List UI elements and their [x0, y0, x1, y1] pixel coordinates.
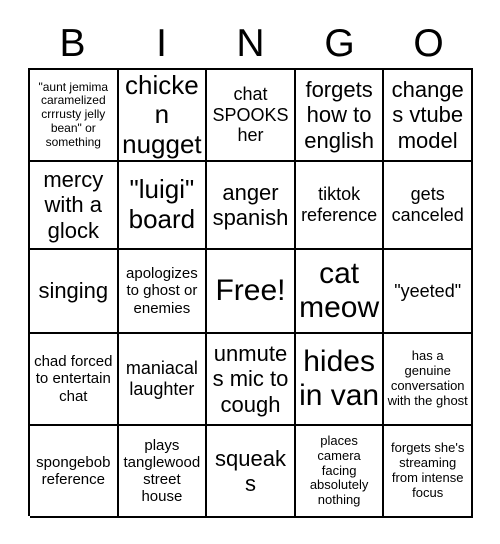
bingo-cell-label: "luigi" board	[128, 174, 196, 234]
bingo-cell-label: spongebob reference	[36, 453, 111, 488]
bingo-cell-label: apologizes to ghost or enemies	[126, 265, 198, 317]
bingo-cell-label: places camera facing absolutely nothing	[309, 432, 369, 508]
bingo-free-space[interactable]: Free!	[207, 250, 296, 334]
bingo-cell[interactable]: places camera facing absolutely nothing	[295, 426, 385, 518]
bingo-cell-label: has a genuine conversation with the ghos…	[387, 348, 468, 408]
bingo-cell-label: changes vtube model	[391, 77, 464, 153]
bingo-header: BINGO	[28, 19, 473, 68]
bingo-cell[interactable]: spongebob reference	[30, 426, 119, 518]
bingo-cell-label: "aunt jemima caramelized crrrusty jelly …	[38, 79, 109, 149]
bingo-cell-label: mercy with a glock	[43, 167, 104, 243]
bingo-header-letter-o: O	[413, 22, 444, 65]
bingo-cell-label: tiktok reference	[301, 184, 378, 225]
bingo-cell[interactable]: apologizes to ghost or enemies	[118, 250, 208, 334]
bingo-cell[interactable]: unmutes mic to cough	[207, 334, 296, 426]
bingo-cell[interactable]: plays tanglewood street house	[118, 426, 208, 518]
bingo-cell-label: anger spanish	[212, 179, 289, 230]
bingo-cell-label: chad forced to entertain chat	[34, 353, 113, 405]
bingo-cell[interactable]: chicken nugget	[118, 70, 208, 162]
bingo-cell-label: forgets she's streaming from intense foc…	[391, 440, 465, 500]
bingo-cell-label: squeaks	[215, 445, 286, 496]
bingo-cell-label: unmutes mic to cough	[212, 341, 289, 417]
bingo-cell[interactable]: squeaks	[207, 426, 296, 518]
bingo-cell[interactable]: forgets how to english	[295, 70, 385, 162]
bingo-cell[interactable]: gets canceled	[384, 162, 473, 250]
bingo-cell-label: gets canceled	[391, 184, 464, 225]
bingo-cell[interactable]: hides in van	[295, 334, 385, 426]
bingo-cell-label: maniacal laughter	[125, 358, 198, 399]
bingo-cell[interactable]: anger spanish	[207, 162, 296, 250]
bingo-cell-label: forgets how to english	[304, 77, 374, 153]
bingo-cell-label: singing	[38, 278, 109, 304]
bingo-card: B I N G O "aunt jemima caramelized crrrusty …	[0, 0, 500, 544]
bingo-cell[interactable]: cat meow	[295, 250, 385, 334]
bingo-header-letter-n: N	[236, 22, 265, 65]
bingo-header-letter-i: I	[156, 22, 167, 65]
bingo-cell[interactable]: forgets she's streaming from intense foc…	[384, 426, 473, 518]
bingo-cell[interactable]: "luigi" board	[118, 162, 208, 250]
bingo-header-letter-b: B	[59, 22, 86, 65]
bingo-cell[interactable]: singing	[30, 250, 119, 334]
bingo-grid: "aunt jemima caramelized crrrusty jelly …	[28, 68, 473, 518]
bingo-cell-label: chicken nugget	[122, 70, 202, 159]
bingo-cell[interactable]: changes vtube model	[384, 70, 473, 162]
bingo-cell-label: "yeeted"	[394, 280, 462, 301]
bingo-cell-label: hides in van	[299, 344, 380, 412]
bingo-cell[interactable]: has a genuine conversation with the ghos…	[384, 334, 473, 426]
bingo-cell-label: plays tanglewood street house	[123, 436, 201, 506]
bingo-cell[interactable]: "yeeted"	[384, 250, 473, 334]
bingo-cell-label: cat meow	[299, 256, 380, 324]
bingo-cell[interactable]: tiktok reference	[295, 162, 385, 250]
bingo-cell[interactable]: "aunt jemima caramelized crrrusty jelly …	[30, 70, 119, 162]
bingo-header-letter-g: G	[324, 22, 355, 65]
bingo-cell-label: chat SPOOKS her	[212, 84, 289, 146]
bingo-cell[interactable]: mercy with a glock	[30, 162, 119, 250]
bingo-cell-label: Free!	[215, 273, 286, 307]
bingo-cell[interactable]: chad forced to entertain chat	[30, 334, 119, 426]
bingo-cell[interactable]: maniacal laughter	[118, 334, 208, 426]
bingo-cell[interactable]: chat SPOOKS her	[207, 70, 296, 162]
